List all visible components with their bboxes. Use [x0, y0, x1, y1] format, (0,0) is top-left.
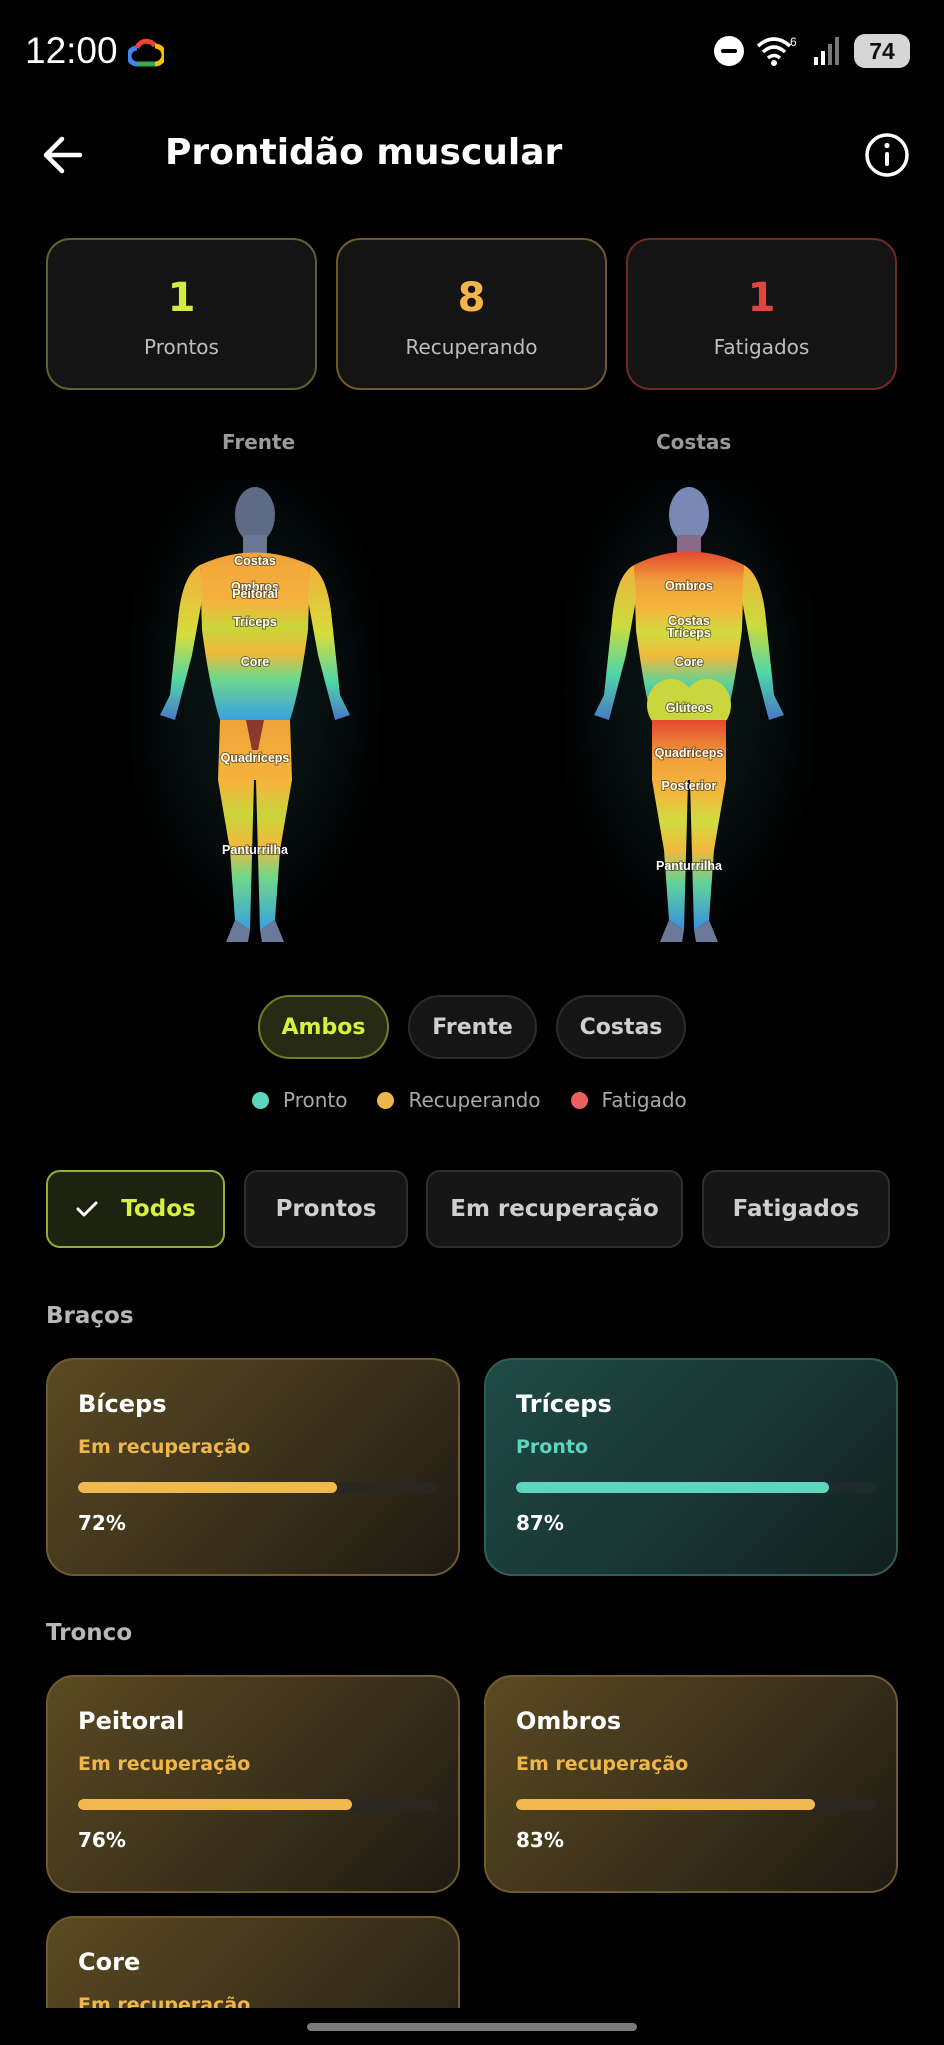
legend-item-recovering: Recuperando: [377, 1088, 541, 1112]
filter-chip-em-recuperacao[interactable]: Em recuperação: [426, 1170, 683, 1248]
muscle-percent: 87%: [516, 1511, 564, 1535]
signal-icon: [814, 37, 839, 65]
front-label-quadriceps: Quadríceps: [221, 751, 290, 765]
muscle-status: Em recuperação: [516, 1753, 689, 1775]
check-icon: [76, 1201, 98, 1217]
section-title-bracos: Braços: [46, 1303, 134, 1329]
status-legend: Pronto Recuperando Fatigado: [252, 1088, 687, 1112]
recovering-dot-icon: [377, 1091, 395, 1109]
legend-label: Recuperando: [408, 1088, 541, 1112]
fatigued-dot-icon: [570, 1091, 588, 1109]
legend-item-ready: Pronto: [252, 1088, 347, 1112]
view-toggle-costas[interactable]: Costas: [556, 995, 686, 1059]
recovery-progress-bar: [78, 1482, 438, 1493]
muscle-percent: 72%: [78, 1511, 126, 1535]
back-label-core: Core: [675, 655, 704, 669]
recovery-progress-bar: [516, 1482, 876, 1493]
front-label-panturrilha: Panturrilha: [222, 843, 289, 857]
muscle-status: Em recuperação: [78, 1753, 251, 1775]
battery-indicator: 74: [854, 34, 910, 68]
back-label-quadriceps: Quadríceps: [655, 746, 724, 760]
muscle-status: Em recuperação: [78, 1436, 251, 1458]
recovery-progress-bar: [516, 1799, 876, 1810]
ready-dot-icon: [252, 1091, 269, 1109]
muscle-name: Ombros: [516, 1707, 622, 1735]
front-label-peitoral: Peitoral: [232, 587, 278, 601]
ready-label: Prontos: [144, 335, 219, 359]
fatigued-count: 1: [747, 275, 776, 321]
status-time: 12:00: [25, 30, 118, 71]
recovery-progress-fill: [516, 1799, 815, 1810]
google-cloud-icon: [128, 38, 164, 67]
filter-chip-fatigados[interactable]: Fatigados: [702, 1170, 890, 1248]
back-arrow-icon[interactable]: [40, 133, 90, 177]
fatigued-label: Fatigados: [713, 335, 810, 359]
page-title: Prontidão muscular: [165, 132, 563, 173]
muscle-card-peitoral[interactable]: Peitoral Em recuperação 76%: [46, 1675, 460, 1893]
front-body-figure[interactable]: Costas Ombros Peitoral Tríceps Core Quad…: [130, 480, 380, 950]
back-label-panturrilha: Panturrilha: [656, 859, 723, 873]
ready-count: 1: [167, 275, 196, 321]
muscle-card-triceps[interactable]: Tríceps Pronto 87%: [484, 1358, 898, 1576]
muscle-percent: 76%: [78, 1828, 126, 1852]
muscle-name: Tríceps: [516, 1390, 612, 1418]
back-figure-title: Costas: [656, 430, 732, 454]
muscle-name: Bíceps: [78, 1390, 167, 1418]
recovering-label: Recuperando: [405, 335, 538, 359]
back-body-figure[interactable]: Ombros Costas Tríceps Core Glúteos Quadr…: [564, 480, 814, 950]
muscle-percent: 83%: [516, 1828, 564, 1852]
view-toggle-ambos[interactable]: Ambos: [258, 995, 389, 1059]
legend-label: Fatigado: [601, 1088, 687, 1112]
front-label-core: Core: [241, 655, 270, 669]
front-label-costas: Costas: [234, 554, 276, 568]
filter-chip-prontos[interactable]: Prontos: [244, 1170, 408, 1248]
do-not-disturb-icon: [714, 36, 744, 66]
muscle-name: Core: [78, 1948, 141, 1976]
recovering-count: 8: [457, 275, 486, 321]
info-icon[interactable]: [864, 132, 910, 178]
recovery-progress-bar: [78, 1799, 438, 1810]
wifi-icon: 6: [756, 35, 797, 66]
front-figure-title: Frente: [222, 430, 296, 454]
muscle-card-ombros[interactable]: Ombros Em recuperação 83%: [484, 1675, 898, 1893]
back-label-gluteos: Glúteos: [666, 701, 713, 715]
legend-item-fatigued: Fatigado: [570, 1088, 687, 1112]
summary-card-fatigued[interactable]: 1 Fatigados: [626, 238, 897, 390]
back-label-posterior: Posterior: [662, 779, 717, 793]
back-label-triceps: Tríceps: [667, 626, 711, 640]
legend-label: Pronto: [283, 1088, 348, 1112]
status-bar: 12:00 6 74: [0, 0, 944, 108]
view-toggle-frente[interactable]: Frente: [408, 995, 537, 1059]
back-label-ombros: Ombros: [665, 579, 713, 593]
recovery-progress-fill: [78, 1482, 338, 1493]
muscle-card-biceps[interactable]: Bíceps Em recuperação 72%: [46, 1358, 460, 1576]
front-label-triceps: Tríceps: [233, 615, 277, 629]
summary-card-recovering[interactable]: 8 Recuperando: [336, 238, 607, 390]
muscle-status: Pronto: [516, 1436, 589, 1458]
muscle-name: Peitoral: [78, 1707, 185, 1735]
recovery-progress-fill: [78, 1799, 352, 1810]
section-title-tronco: Tronco: [46, 1620, 133, 1646]
filter-chip-label: Todos: [121, 1196, 196, 1222]
home-indicator[interactable]: [307, 2023, 637, 2031]
summary-card-ready[interactable]: 1 Prontos: [46, 238, 317, 390]
wifi-badge: 6: [790, 35, 797, 49]
filter-chip-todos[interactable]: Todos: [46, 1170, 225, 1248]
recovery-progress-fill: [516, 1482, 830, 1493]
